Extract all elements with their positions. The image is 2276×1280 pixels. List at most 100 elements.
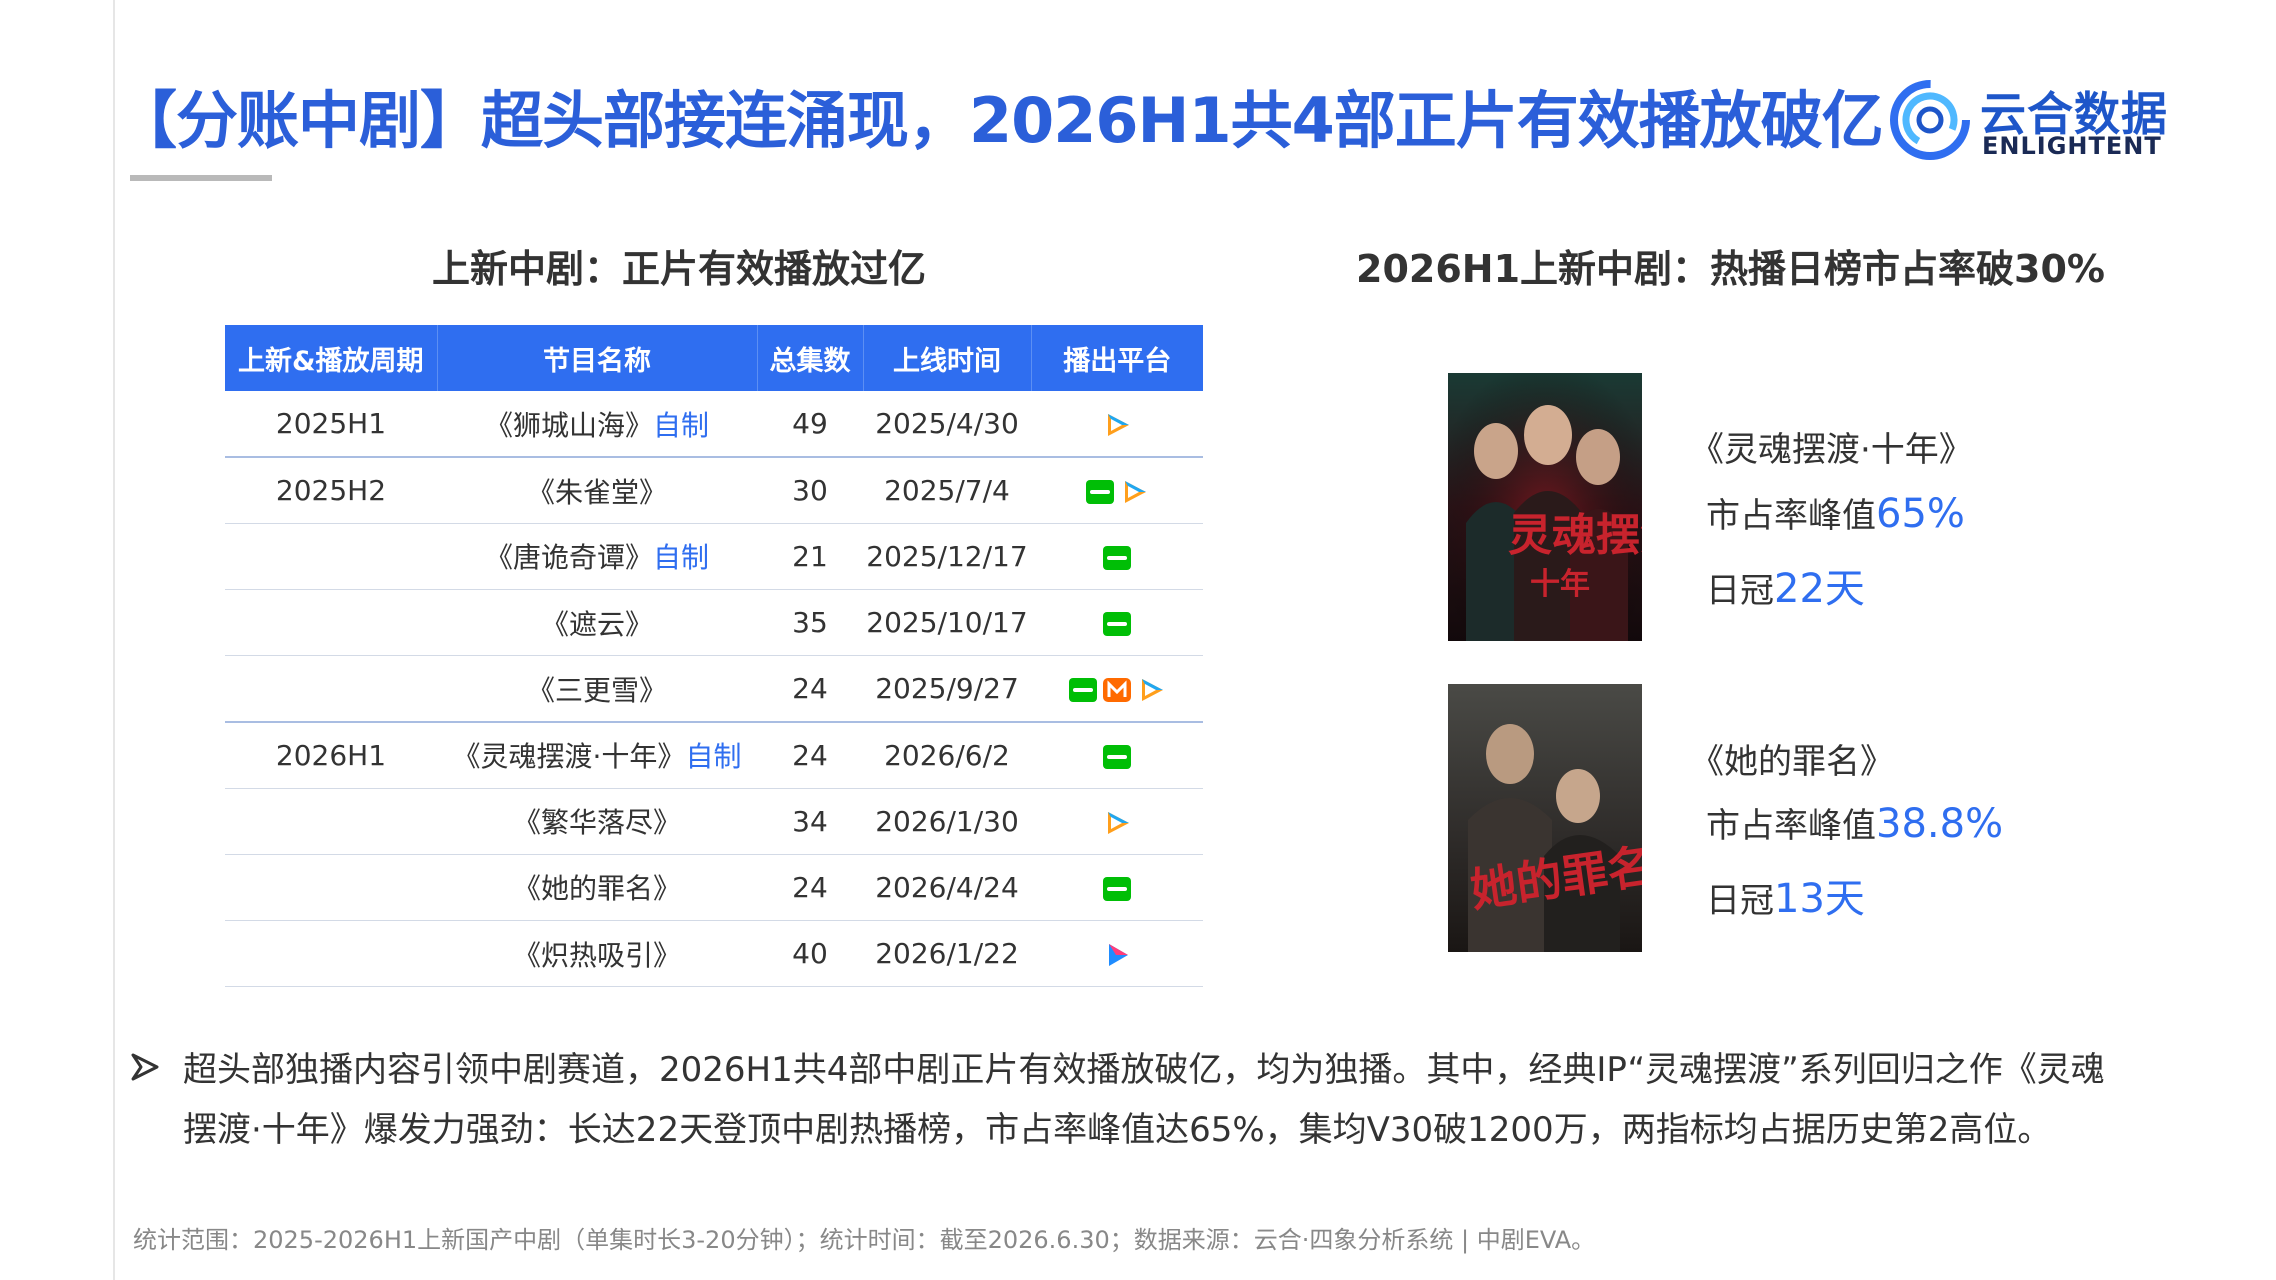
drama-name: 《唐诡奇谭》: [484, 541, 653, 575]
cell-period: 2025H1: [225, 391, 437, 459]
cell-period: 2025H2: [225, 457, 437, 524]
drama-name: 《灵魂摆渡·十年》: [452, 740, 686, 774]
item-1-share-value: 65%: [1876, 491, 1965, 537]
cell-platform: [1031, 854, 1203, 922]
cell-date: 2025/12/17: [863, 523, 1031, 591]
cell-platform: [1031, 788, 1203, 855]
table-row: 《繁华落尽》 34 2026/1/30: [225, 788, 1203, 855]
table-row: 《三更雪》 24 2025/9/27: [225, 655, 1203, 723]
cell-episodes: 30: [757, 457, 863, 524]
left-rule: [113, 0, 115, 1280]
title-underline: [130, 175, 272, 181]
table-row: 《遮云》 35 2025/10/17: [225, 589, 1203, 657]
cell-date: 2026/1/30: [863, 788, 1031, 855]
cell-platform: [1031, 523, 1203, 591]
cell-period: 2026H1: [225, 721, 437, 789]
cell-name: 《灵魂摆渡·十年》自制: [437, 721, 757, 789]
cell-episodes: 24: [757, 854, 863, 922]
tencent-video-icon: [1142, 679, 1163, 702]
poster-linghun-baidu: 灵魂摆渡 十年: [1448, 373, 1642, 641]
self-made-tag: 自制: [685, 740, 742, 774]
table-row: 《她的罪名》 24 2026/4/24: [225, 854, 1203, 922]
self-made-tag: 自制: [653, 408, 710, 442]
summary-bullet: 超头部独播内容引领中剧赛道，2026H1共4部中剧正片有效播放破亿，均为独播。其…: [183, 1050, 2105, 1150]
platform-icons: [1102, 808, 1132, 838]
item-2-crown-value: 13天: [1774, 876, 1865, 922]
item-2-share-value: 38.8%: [1876, 801, 2004, 847]
cell-episodes: 34: [757, 788, 863, 855]
cell-date: 2026/1/22: [863, 920, 1031, 988]
cell-name: 《繁华落尽》: [437, 788, 757, 855]
table-row: 《唐诡奇谭》自制 21 2025/12/17: [225, 523, 1203, 591]
cell-date: 2025/4/30: [863, 391, 1031, 459]
bullet-arrow-icon: [131, 1053, 159, 1081]
cell-episodes: 35: [757, 589, 863, 657]
cell-episodes: 24: [757, 655, 863, 723]
cell-date: 2025/9/27: [863, 655, 1031, 723]
header-date: 上线时间: [863, 325, 1032, 391]
drama-table: 上新&播放周期 节目名称 总集数 上线时间 播出平台 2025H1 《狮城山海》自…: [225, 325, 1203, 988]
header-episodes: 总集数: [757, 325, 864, 391]
table-row: 《炽热吸引》 40 2026/1/22: [225, 920, 1203, 988]
tencent-video-icon: [1125, 481, 1146, 504]
cell-period: [225, 920, 437, 988]
iqiyi-icon: [1103, 876, 1131, 901]
left-section-title: 上新中剧：正片有效播放过亿: [432, 247, 927, 291]
drama-name: 《狮城山海》: [484, 408, 653, 442]
drama-name: 《遮云》: [540, 607, 653, 641]
cell-period: [225, 788, 437, 855]
cell-date: 2026/4/24: [863, 854, 1031, 922]
cell-episodes: 24: [757, 721, 863, 789]
cell-episodes: 21: [757, 523, 863, 591]
table-row: 2026H1 《灵魂摆渡·十年》自制 24 2026/6/2: [225, 721, 1203, 789]
cell-platform: [1031, 391, 1203, 459]
item-2-crown: 日冠13天: [1706, 866, 1865, 924]
platform-icons: [1102, 543, 1132, 573]
platform-icons: [1102, 742, 1132, 772]
youku-icon: [1109, 944, 1128, 967]
cell-name: 《她的罪名》: [437, 854, 757, 922]
drama-name: 《她的罪名》: [512, 872, 681, 906]
tencent-video-icon: [1108, 811, 1129, 834]
cell-platform: [1031, 721, 1203, 789]
item-1-crown-value: 22天: [1774, 566, 1865, 612]
iqiyi-icon: [1103, 545, 1131, 570]
item-2-share-label: 市占率峰值: [1706, 806, 1876, 846]
drama-name: 《炽热吸引》: [512, 938, 681, 972]
header-name: 节目名称: [437, 325, 758, 391]
cell-platform: [1031, 655, 1203, 723]
cell-name: 《遮云》: [437, 589, 757, 657]
logo-ring-icon: [1890, 80, 1970, 160]
table-body: 2025H1 《狮城山海》自制 49 2025/4/30 2025H2 《朱雀堂》 30 20…: [225, 391, 1203, 988]
cell-platform: [1031, 589, 1203, 657]
platform-icons: [1102, 940, 1132, 970]
cell-date: 2025/10/17: [863, 589, 1031, 657]
platform-icons: [1102, 410, 1132, 440]
drama-name: 《朱雀堂》: [526, 475, 667, 509]
table-row: 2025H2 《朱雀堂》 30 2025/7/4: [225, 457, 1203, 524]
page-title: 【分账中剧】超头部接连涌现，2026H1共4部正片有效播放破亿: [115, 84, 1884, 157]
poster-1-subtitle: 十年: [1530, 567, 1590, 602]
cell-date: 2025/7/4: [863, 457, 1031, 524]
cell-date: 2026/6/2: [863, 721, 1031, 789]
platform-icons: [1102, 874, 1132, 904]
item-1-share: 市占率峰值65%: [1706, 488, 1965, 537]
cell-platform: [1031, 457, 1203, 524]
brand-logo: 云合数据 ENLIGHTENT: [1888, 74, 2167, 164]
drama-name: 《繁华落尽》: [512, 806, 681, 840]
iqiyi-icon: [1086, 480, 1114, 505]
drama-name: 《三更雪》: [526, 673, 667, 707]
cell-period: [225, 523, 437, 591]
cell-episodes: 49: [757, 391, 863, 459]
cell-platform: [1031, 920, 1203, 988]
item-1-crown-label: 日冠: [1706, 571, 1774, 611]
header-platform: 播出平台: [1031, 325, 1203, 391]
cell-name: 《朱雀堂》: [437, 457, 757, 524]
item-2-crown-label: 日冠: [1706, 881, 1774, 921]
table-row: 2025H1 《狮城山海》自制 49 2025/4/30: [225, 391, 1203, 459]
item-1-title: 《灵魂摆渡·十年》: [1690, 430, 1973, 470]
self-made-tag: 自制: [653, 541, 710, 575]
logo-en-text: ENLIGHTENT: [1982, 132, 2162, 160]
platform-icons: [1102, 609, 1132, 639]
iqiyi-icon: [1103, 744, 1131, 769]
